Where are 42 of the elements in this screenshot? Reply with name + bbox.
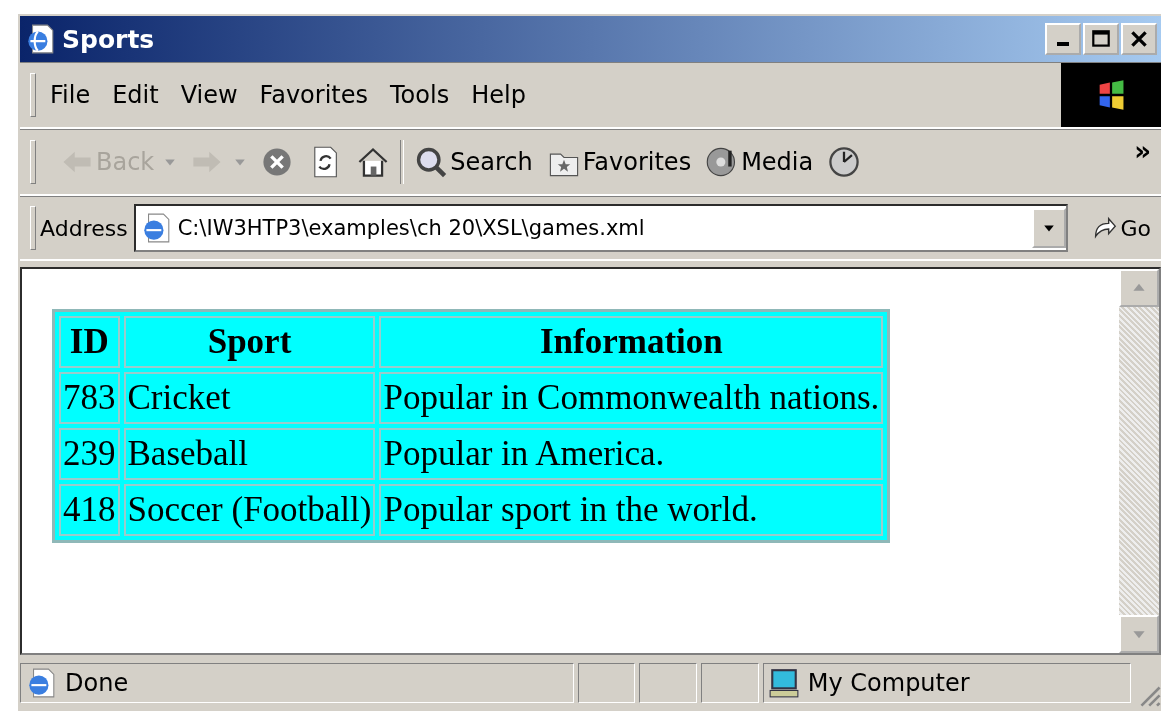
minimize-icon [1057,42,1069,46]
table-cell: Baseball [123,428,376,480]
media-button[interactable]: Media [701,135,818,189]
menu-item[interactable]: Help [471,81,546,109]
menu-item[interactable]: File [50,81,111,109]
table-cell: Popular in Commonwealth nations. [379,372,884,424]
menu-item[interactable]: Edit [112,81,179,109]
close-button[interactable] [1121,23,1157,55]
favorites-button[interactable]: Favorites [542,135,696,189]
menu-item[interactable]: Favorites [259,81,389,109]
menu-item[interactable]: Tools [390,81,470,109]
zone-text: My Computer [807,669,970,697]
table-cell: 239 [59,428,120,480]
table-cell: 783 [59,372,120,424]
window-title: Sports [62,24,155,54]
maximize-button[interactable] [1083,23,1119,55]
status-pane [577,663,636,703]
more-button[interactable]: » [1134,136,1151,166]
table-cell: Popular sport in the world. [379,484,884,536]
minimize-button[interactable] [1045,23,1081,55]
column-header: Information [379,316,884,368]
search-icon [414,145,449,179]
scrollbar[interactable] [1119,269,1159,653]
status-pane [701,663,759,703]
computer-icon [767,667,800,699]
status-pane [639,663,697,703]
column-header: Sport [123,316,376,368]
maximize-icon [1090,28,1112,50]
address-label: Address [40,215,128,241]
address-field[interactable]: C:\IW3HTP3\examples\ch 20\XSL\games.xml [133,204,1069,252]
close-icon [1128,28,1150,50]
table-cell: Soccer (Football) [123,484,376,536]
go-button[interactable]: Go [1068,214,1161,242]
menu-item[interactable]: View [180,81,258,109]
table-cell: Popular in America. [379,428,884,480]
clock-icon [827,145,862,179]
table-cell: Cricket [123,372,376,424]
dropdown-button[interactable] [1032,208,1067,248]
table-cell: 418 [59,484,120,536]
status-text: Done [65,669,129,697]
column-header: ID [59,316,120,368]
search-button[interactable]: Search [410,135,537,189]
